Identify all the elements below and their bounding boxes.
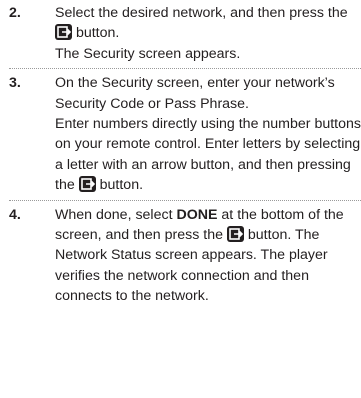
divider xyxy=(9,199,361,201)
step-number: 3. xyxy=(9,75,21,92)
enter-button-icon xyxy=(78,176,96,193)
step-text: When done, select DONE at the bottom of … xyxy=(55,205,361,307)
step-2: 2. Select the desired network, and then … xyxy=(0,0,361,64)
step-text: Select the desired network, and then pre… xyxy=(55,3,361,44)
step-text-part: button. xyxy=(99,177,144,194)
divider xyxy=(9,68,361,70)
step-body: When done, select DONE at the bottom of … xyxy=(55,205,361,307)
step-4: 4. When done, select DONE at the bottom … xyxy=(0,205,361,307)
step-text-part: When done, select xyxy=(55,206,173,223)
enter-button-icon xyxy=(226,226,244,243)
step-text-part: Select the desired network, and then pre… xyxy=(55,5,348,21)
step-text-part: button. xyxy=(75,25,120,42)
step-body: Select the desired network, and then pre… xyxy=(55,3,361,64)
done-keyword: DONE xyxy=(176,206,218,223)
instruction-steps: 2. Select the desired network, and then … xyxy=(0,0,361,307)
enter-button-icon xyxy=(55,24,72,41)
step-number: 2. xyxy=(9,5,21,21)
step-number: 4. xyxy=(9,206,21,223)
step-text: On the Security screen, enter your netwo… xyxy=(55,75,335,112)
step-text: Enter numbers directly using the number … xyxy=(55,114,361,196)
step-result: The Security screen appears. xyxy=(55,45,241,62)
step-body: On the Security screen, enter your netwo… xyxy=(55,73,361,195)
step-3: 3. On the Security screen, enter your ne… xyxy=(0,73,361,195)
